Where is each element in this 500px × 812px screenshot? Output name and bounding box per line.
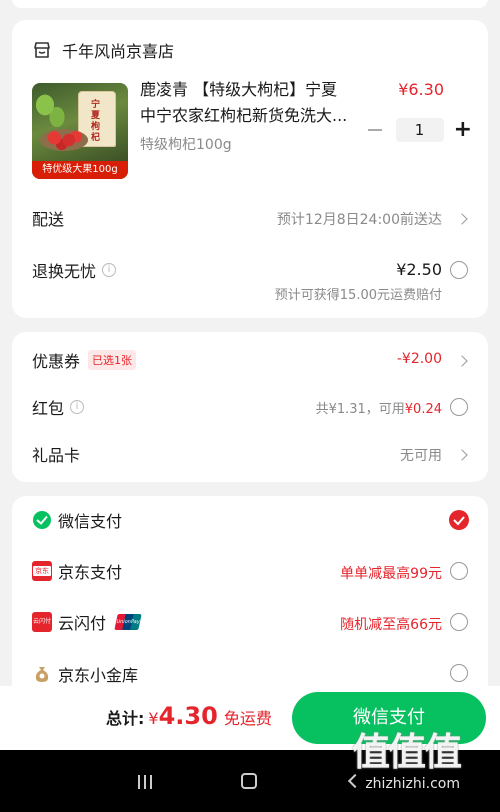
shipping-free: 免运费 bbox=[223, 709, 272, 728]
giftcard-label: 礼品卡 bbox=[32, 446, 81, 465]
total-section: 总计: ¥ 4.30 免运费 bbox=[106, 702, 272, 730]
product-title-line2: 中宁农家红枸杞新货免洗大... bbox=[140, 106, 348, 125]
return-label: 退换无忧 bbox=[32, 262, 97, 281]
store-header[interactable]: 千年风尚京喜店 bbox=[32, 38, 174, 62]
total-amount: 4.30 bbox=[158, 702, 218, 730]
recent-apps-icon[interactable] bbox=[138, 775, 152, 789]
hongbao-label: 红包 bbox=[32, 399, 65, 418]
total-label: 总计: bbox=[106, 709, 145, 728]
unionpay-logo-icon: UnionPay bbox=[114, 614, 142, 630]
coupon-value: -¥2.00 bbox=[396, 351, 442, 367]
payment-option-xiaojinku[interactable]: 京东小金库 bbox=[32, 662, 470, 686]
hongbao-value-prefix: 共¥1.31，可用 bbox=[315, 402, 405, 417]
bag-label: 宁夏枸杞 bbox=[91, 100, 101, 143]
watermark-text: 值值值 bbox=[352, 730, 462, 774]
coupon-label: 优惠券 bbox=[32, 352, 81, 371]
payment-name: 微信支付 bbox=[58, 512, 123, 531]
image-badge: 特优级大果100g bbox=[32, 161, 128, 179]
product-title-line1: 鹿凌青 【特级大枸杞】宁夏 bbox=[140, 80, 338, 99]
product-title[interactable]: 鹿凌青 【特级大枸杞】宁夏 中宁农家红枸杞新货免洗大... bbox=[140, 77, 370, 129]
info-icon[interactable]: i bbox=[70, 400, 85, 414]
money-bag-icon bbox=[35, 667, 49, 682]
payment-name: 京东支付 bbox=[58, 563, 123, 582]
hongbao-radio[interactable] bbox=[450, 398, 468, 416]
payment-option-wechat[interactable]: 微信支付 bbox=[32, 508, 470, 532]
product-image[interactable]: 宁夏枸杞 特优级大果100g bbox=[32, 83, 128, 179]
jdpay-radio[interactable] bbox=[450, 562, 468, 580]
quantity-input[interactable]: 1 bbox=[395, 118, 444, 142]
store-name: 千年风尚京喜店 bbox=[62, 42, 175, 61]
jdpay-promo: 单单减最高99元 bbox=[340, 566, 442, 582]
home-icon[interactable] bbox=[241, 773, 257, 789]
coupon-badge: 已选1张 bbox=[88, 350, 137, 370]
payment-name: 云闪付 bbox=[58, 614, 107, 633]
return-price: ¥2.50 bbox=[396, 260, 442, 279]
unionpay-radio[interactable] bbox=[450, 613, 468, 631]
xiaojinku-radio[interactable] bbox=[450, 664, 468, 682]
delivery-label: 配送 bbox=[32, 210, 65, 229]
store-icon bbox=[34, 42, 50, 58]
product-price: ¥6.30 bbox=[398, 80, 444, 99]
hongbao-value: 共¥1.31，可用¥0.24 bbox=[316, 398, 442, 417]
watermark: 值值值 zhizhizhi.com bbox=[352, 730, 462, 792]
unionpay-promo: 随机减至高66元 bbox=[340, 617, 442, 633]
quickpass-icon: 云闪付 bbox=[32, 612, 52, 632]
increase-button[interactable]: + bbox=[454, 119, 472, 141]
giftcard-value: 无可用 bbox=[400, 448, 442, 464]
quickpass-icon-text: 云闪付 bbox=[33, 618, 52, 625]
quantity-stepper: 1 + bbox=[367, 118, 472, 142]
payment-card: 微信支付 京东 京东支付 单单减最高99元 云闪付 云闪付 UnionPay 随… bbox=[12, 496, 488, 696]
bamboo-leaves bbox=[36, 89, 66, 129]
berries-plate bbox=[40, 129, 88, 151]
product-spec[interactable]: 特级枸杞100g bbox=[140, 134, 232, 154]
top-card-partial bbox=[12, 0, 488, 8]
decrease-button[interactable] bbox=[367, 129, 382, 131]
wechat-pay-icon bbox=[33, 511, 51, 529]
return-note: 预计可获得15.00元运费赔付 bbox=[274, 288, 442, 303]
discount-card: 优惠券 已选1张 -¥2.00 红包 i 共¥1.31，可用¥0.24 礼品卡 … bbox=[12, 332, 488, 482]
watermark-url: zhizhizhi.com bbox=[365, 776, 461, 792]
total-currency: ¥ bbox=[148, 709, 159, 728]
jd-pay-icon: 京东 bbox=[32, 561, 52, 581]
payment-name: 京东小金库 bbox=[58, 666, 139, 685]
checked-icon[interactable] bbox=[449, 510, 469, 530]
order-card: 千年风尚京喜店 宁夏枸杞 特优级大果100g 鹿凌青 【特级大枸杞】宁夏 中宁农… bbox=[12, 20, 488, 318]
hongbao-value-amount: ¥0.24 bbox=[404, 402, 442, 417]
info-icon[interactable]: i bbox=[102, 263, 117, 277]
return-radio[interactable] bbox=[450, 261, 468, 279]
delivery-value: 预计12月8日24:00前送达 bbox=[276, 212, 442, 228]
unionpay-logo-text: UnionPay bbox=[115, 619, 141, 625]
jd-pay-icon-text: 京东 bbox=[33, 566, 51, 576]
